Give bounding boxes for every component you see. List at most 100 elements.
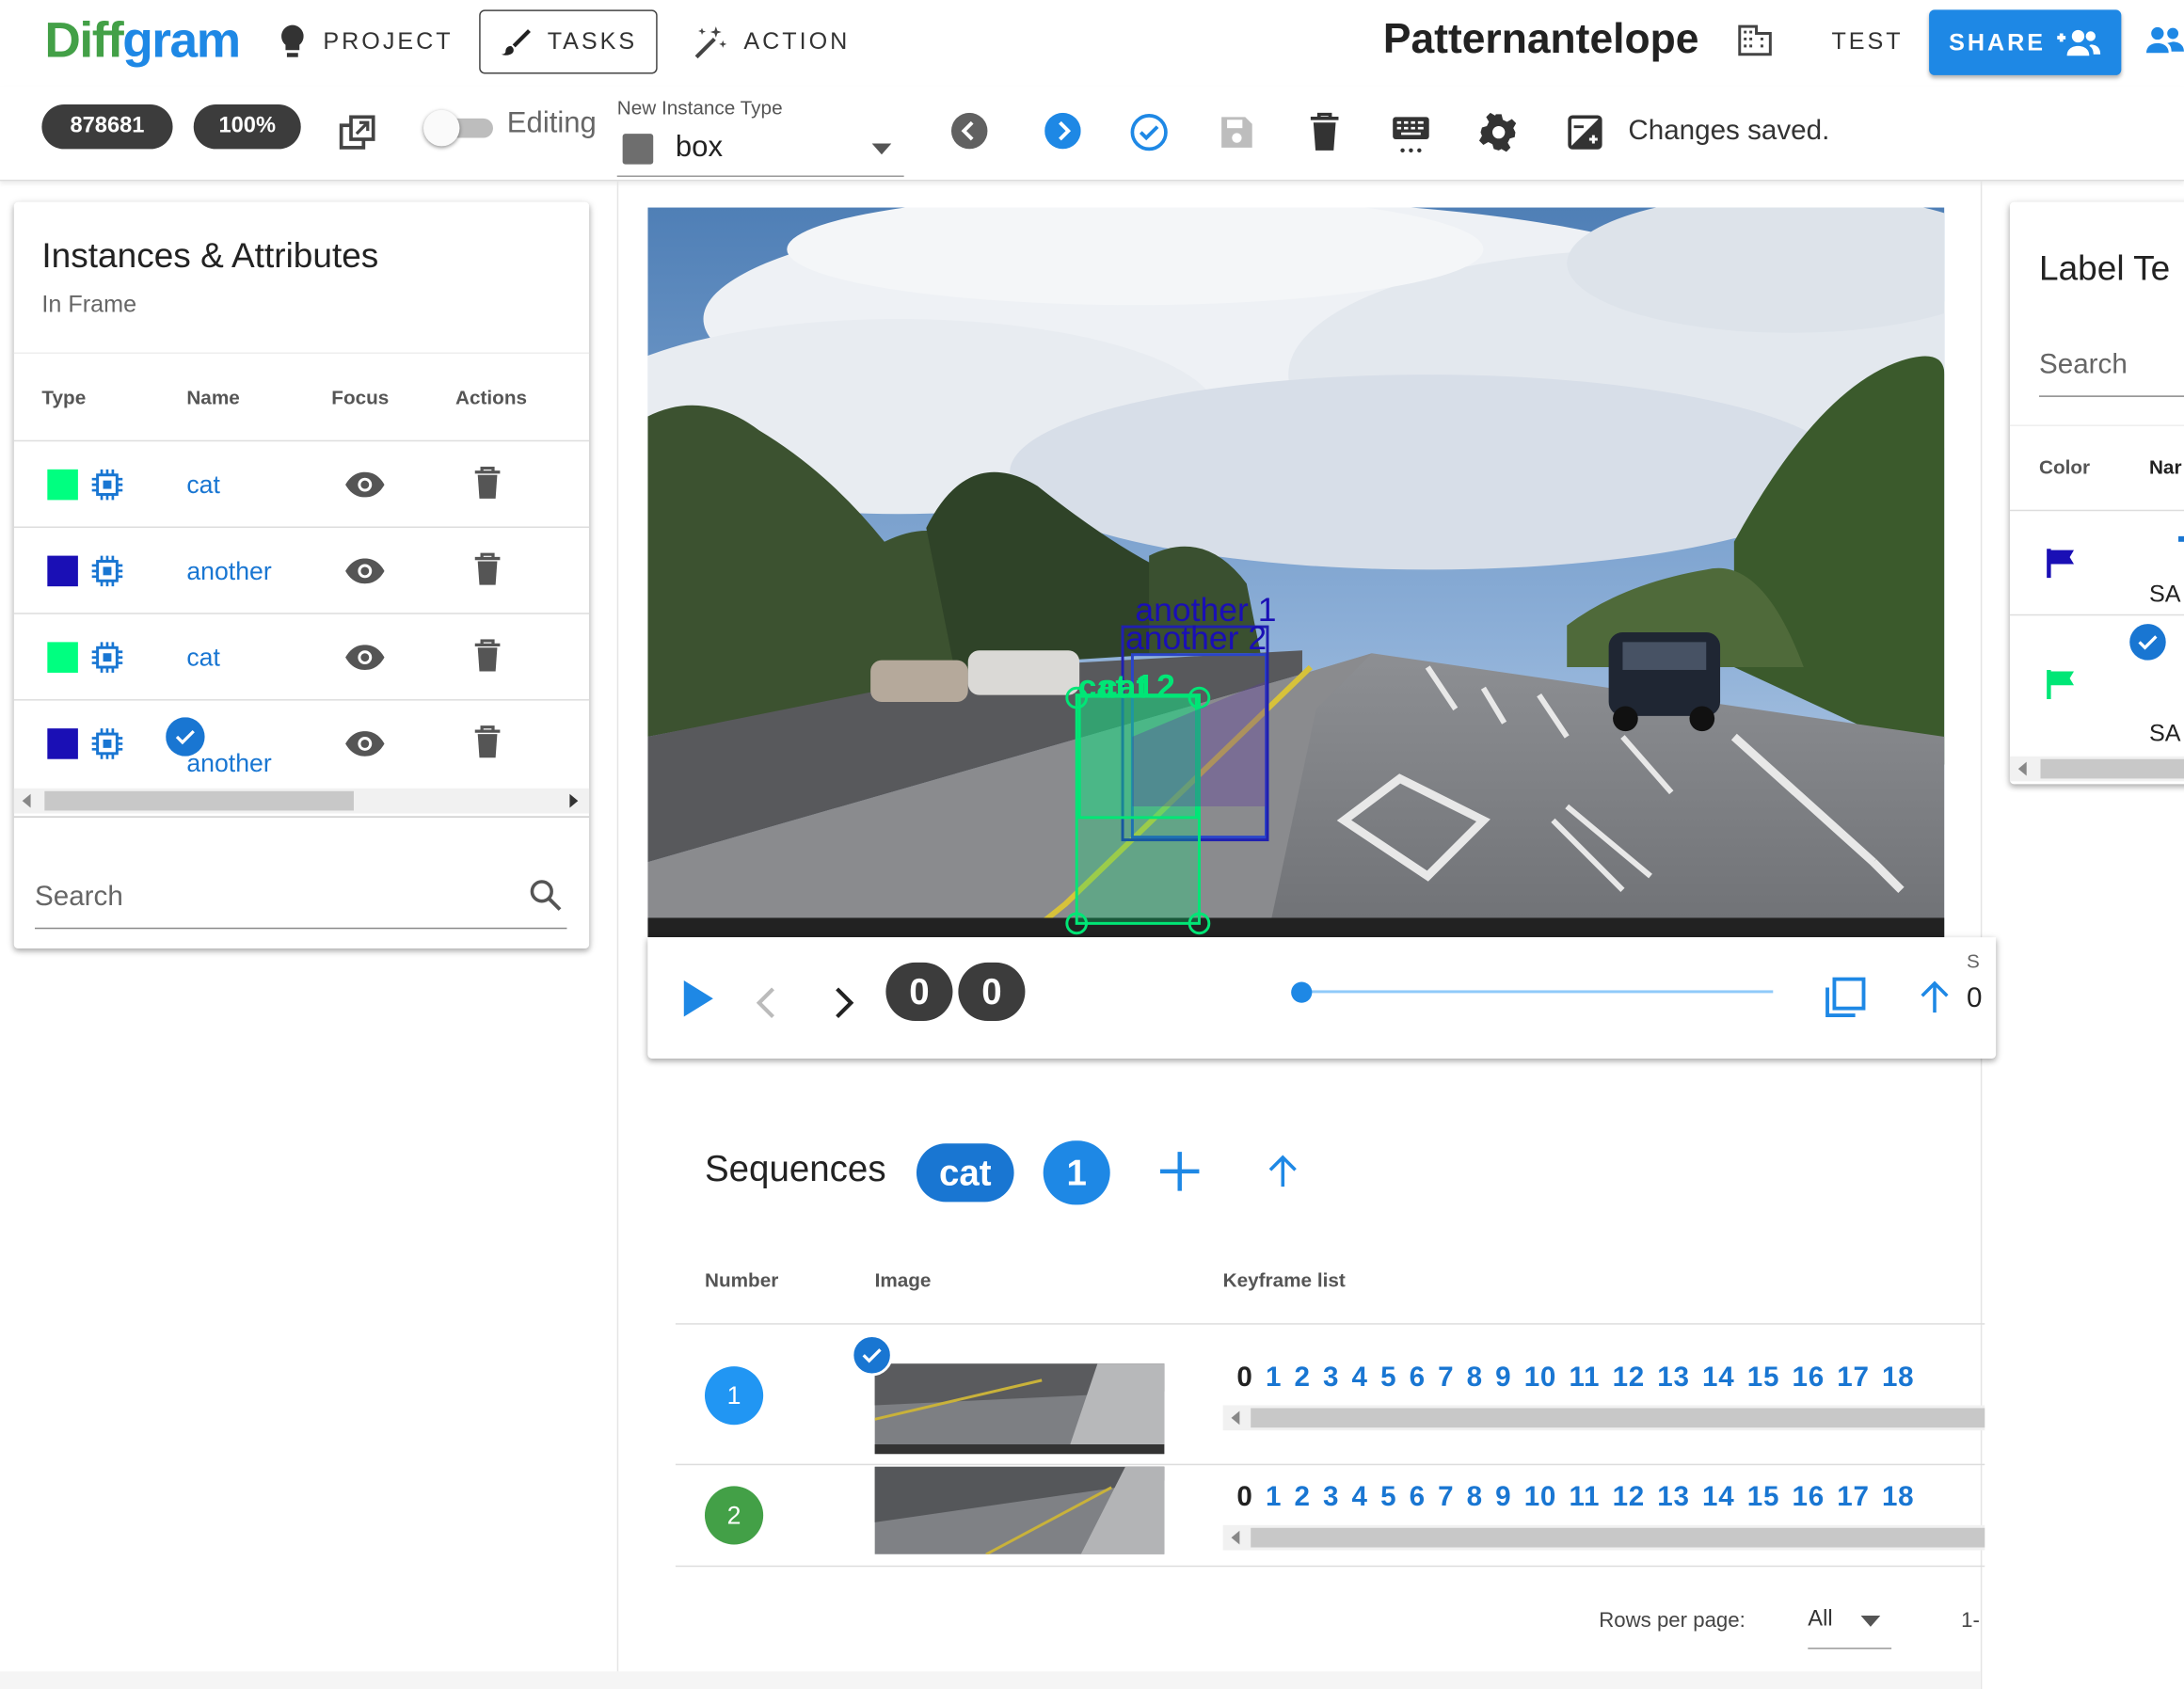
keyframe-link[interactable]: 6: [1410, 1482, 1426, 1513]
keyframe-link[interactable]: 5: [1380, 1482, 1396, 1513]
keyframe-link[interactable]: 15: [1747, 1482, 1779, 1513]
add-sequence-icon[interactable]: [1157, 1149, 1202, 1193]
header-type[interactable]: Type: [41, 386, 86, 408]
keyframe-link[interactable]: 17: [1837, 1482, 1869, 1513]
keyframe-link[interactable]: 2: [1294, 1482, 1310, 1513]
keyframe-link[interactable]: 0: [1236, 1362, 1252, 1394]
label-name[interactable]: SA: [2149, 720, 2181, 748]
header-name[interactable]: Nar: [2149, 455, 2182, 478]
share-button[interactable]: SHARE: [1929, 9, 2122, 75]
next-frame-icon[interactable]: [833, 986, 855, 1020]
frame-count-chip[interactable]: 0: [958, 962, 1026, 1021]
keyframe-link[interactable]: 14: [1702, 1362, 1734, 1394]
keyframe-link[interactable]: 13: [1657, 1362, 1689, 1394]
instance-name[interactable]: another: [186, 557, 271, 586]
instance-row[interactable]: cat: [14, 441, 589, 528]
instances-scrollbar[interactable]: [13, 788, 590, 814]
sequence-number-badge[interactable]: 2: [704, 1486, 764, 1545]
delete-icon[interactable]: [1309, 112, 1340, 151]
keyframe-link[interactable]: 12: [1613, 1482, 1645, 1513]
previous-file-icon[interactable]: [950, 112, 988, 150]
eye-icon[interactable]: [344, 557, 386, 585]
trash-icon[interactable]: [473, 552, 502, 587]
trash-icon[interactable]: [473, 725, 502, 759]
keyframe-link[interactable]: 15: [1747, 1362, 1779, 1394]
instance-row[interactable]: cat: [14, 614, 589, 701]
keyframe-link[interactable]: 2: [1294, 1362, 1310, 1394]
test-button[interactable]: TEST: [1831, 28, 1903, 56]
keyframe-link[interactable]: 13: [1657, 1482, 1689, 1513]
previous-frame-icon[interactable]: [755, 986, 777, 1020]
keyframe-link[interactable]: 11: [1569, 1362, 1600, 1394]
eye-icon[interactable]: [344, 644, 386, 672]
keyframe-link[interactable]: 16: [1793, 1482, 1825, 1513]
annotation-canvas[interactable]: another 1 another 2 cat 1 cat 2: [647, 207, 1945, 938]
keyframe-link[interactable]: 14: [1702, 1482, 1734, 1513]
eye-icon[interactable]: [344, 730, 386, 758]
label-row[interactable]: SA: [2010, 511, 2184, 614]
keyframe-link[interactable]: 18: [1882, 1362, 1914, 1394]
frame-slider-track[interactable]: [1301, 990, 1774, 994]
keyframe-link[interactable]: 6: [1410, 1362, 1426, 1394]
rows-per-page-select[interactable]: All: [1808, 1599, 1892, 1649]
keyframe-link[interactable]: 18: [1882, 1482, 1914, 1513]
save-icon[interactable]: [1219, 114, 1254, 150]
arrow-up-icon[interactable]: [1267, 1155, 1299, 1188]
project-button[interactable]: PROJECT: [259, 9, 472, 73]
tasks-button[interactable]: TASKS: [479, 9, 659, 74]
instance-name[interactable]: another: [186, 749, 271, 778]
header-keyframe-list[interactable]: Keyframe list: [1223, 1268, 1346, 1291]
sequence-thumbnail[interactable]: [874, 1363, 1165, 1455]
keyframe-link[interactable]: 9: [1495, 1362, 1511, 1394]
instance-name[interactable]: cat: [186, 470, 220, 500]
trash-icon[interactable]: [473, 466, 502, 501]
zoom-chip[interactable]: 100%: [193, 104, 301, 150]
keyframe-link[interactable]: 8: [1467, 1362, 1483, 1394]
sequence-row[interactable]: 1 0 1 2 3 4 5 6 7 8 9 10 11 12 13 14 15 16 17 18: [676, 1325, 1985, 1464]
sequence-label-chip[interactable]: cat: [916, 1143, 1014, 1203]
header-focus[interactable]: Focus: [331, 386, 389, 408]
open-in-new-icon[interactable]: [339, 114, 377, 152]
keyframe-link[interactable]: 9: [1495, 1482, 1511, 1513]
keyframe-link[interactable]: 17: [1837, 1362, 1869, 1394]
keyframe-link[interactable]: 3: [1323, 1362, 1339, 1394]
keyframe-link[interactable]: 3: [1323, 1482, 1339, 1513]
instance-row-selected[interactable]: another: [14, 701, 589, 788]
settings-gear-icon[interactable]: [1478, 112, 1518, 152]
header-number[interactable]: Number: [705, 1268, 778, 1291]
sequence-number-badge[interactable]: 1: [704, 1366, 764, 1426]
keyframe-link[interactable]: 10: [1524, 1482, 1556, 1513]
keyframe-link[interactable]: 11: [1569, 1482, 1600, 1513]
logo[interactable]: Diffgram: [44, 11, 241, 70]
people-icon[interactable]: [2145, 25, 2184, 56]
keyframe-link[interactable]: 4: [1352, 1482, 1368, 1513]
keyframe-link[interactable]: 7: [1438, 1482, 1454, 1513]
file-id-chip[interactable]: 878681: [41, 104, 173, 150]
labels-scrollbar[interactable]: [2009, 756, 2184, 782]
keyframe-scrollbar[interactable]: [1222, 1524, 1985, 1551]
project-title[interactable]: Patternantelope: [1383, 17, 1699, 64]
label-row-selected[interactable]: SA: [2010, 615, 2184, 755]
search-icon[interactable]: [529, 879, 563, 913]
keyframe-scrollbar[interactable]: [1222, 1405, 1985, 1431]
header-color[interactable]: Color: [2039, 455, 2090, 478]
arrow-up-icon[interactable]: [1920, 980, 1951, 1014]
sequence-row[interactable]: 2 0 1 2 3 4 5 6 7 8 9 10 11 12 13 14 15 16 17 18: [676, 1465, 1985, 1566]
complete-check-icon[interactable]: [1129, 113, 1168, 151]
exposure-icon[interactable]: [1567, 114, 1602, 150]
header-name[interactable]: Name: [186, 386, 239, 408]
eye-icon[interactable]: [344, 470, 386, 499]
frame-slider-thumb[interactable]: [1291, 981, 1313, 1003]
sequence-count-chip[interactable]: 1: [1043, 1140, 1110, 1205]
header-actions[interactable]: Actions: [455, 386, 527, 408]
editing-toggle[interactable]: [422, 109, 493, 147]
speed-value[interactable]: 0: [1967, 983, 1982, 1015]
keyframe-link[interactable]: 1: [1266, 1482, 1282, 1513]
action-button[interactable]: ACTION: [671, 9, 869, 73]
keyframe-link[interactable]: 1: [1266, 1362, 1282, 1394]
instance-name[interactable]: cat: [186, 644, 220, 673]
fit-screen-icon[interactable]: [1825, 977, 1866, 1018]
frame-number-chip[interactable]: 0: [885, 962, 953, 1021]
keyframe-link[interactable]: 10: [1524, 1362, 1556, 1394]
trash-icon[interactable]: [473, 639, 502, 673]
